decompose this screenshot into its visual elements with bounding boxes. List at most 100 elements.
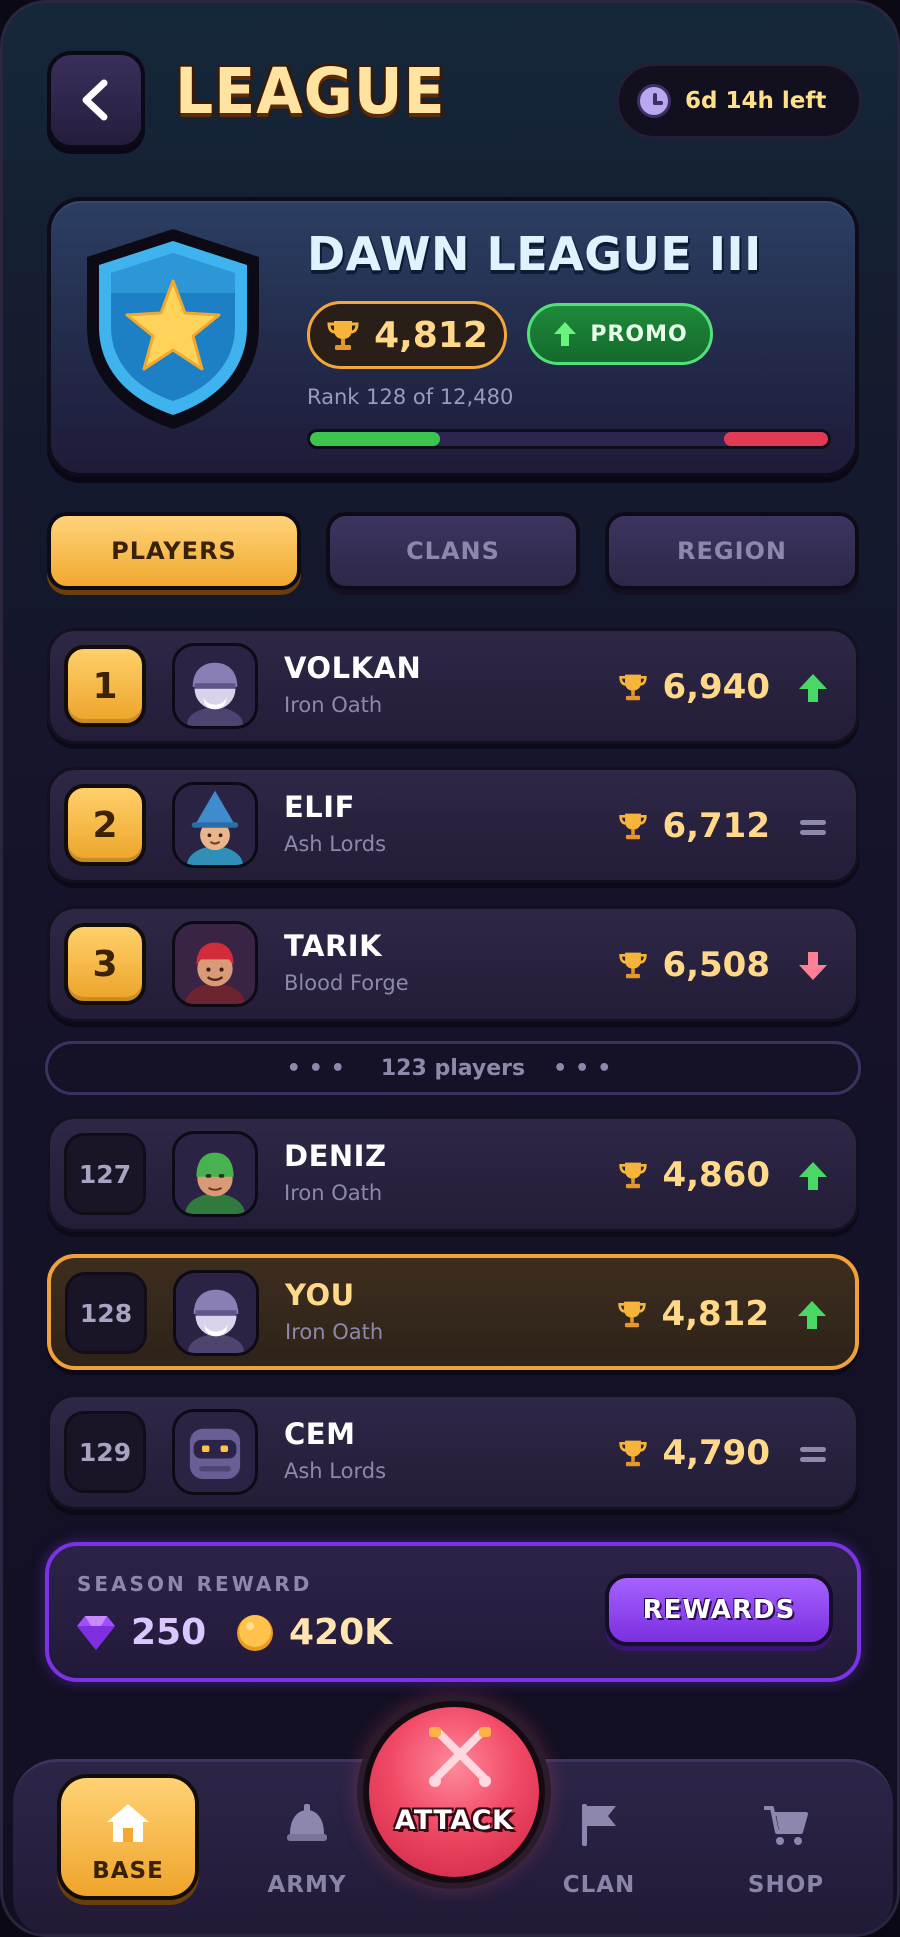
tab-region[interactable]: REGION: [605, 512, 859, 590]
nav-army-button[interactable]: ARMY: [232, 1762, 382, 1934]
ellipsis-icon: •••: [553, 1055, 620, 1081]
demotion-zone: [724, 432, 828, 446]
trophy-icon: [619, 1440, 648, 1467]
player-score: 6,508: [618, 945, 770, 985]
rank-badge: 3: [64, 923, 146, 1005]
tab-players[interactable]: PLAYERS: [47, 512, 301, 590]
trend-up-icon: [799, 1162, 827, 1190]
attack-label: ATTACK: [394, 1805, 514, 1836]
nav-base-button[interactable]: BASE: [57, 1774, 199, 1900]
nav-shop-label: SHOP: [747, 1872, 825, 1898]
game-screen: LEAGUE 6d 14h left DAWN LEAGUE III 4,812: [0, 0, 900, 1937]
player-name: DENIZ: [284, 1139, 387, 1173]
player-clan: Iron Oath: [285, 1320, 384, 1344]
season-timer: 6d 14h left: [616, 63, 862, 139]
gem-value: 250: [131, 1612, 207, 1653]
arrow-up-icon: [554, 322, 577, 346]
score-value: 6,508: [662, 945, 770, 985]
rank-badge: 129: [64, 1411, 146, 1493]
leaderboard-row[interactable]: 2 ELIF Ash Lords 6,712: [47, 767, 859, 883]
promo-label: PROMO: [590, 321, 688, 347]
leaderboard-row-you[interactable]: 128 YOU Iron Oath 4,812: [47, 1254, 859, 1370]
season-reward-label: SEASON REWARD: [77, 1572, 313, 1596]
gold-coin-icon: [237, 1614, 273, 1651]
trophy-count: 4,812: [307, 301, 507, 369]
nav-clan-label: CLAN: [562, 1872, 636, 1898]
player-name: ELIF: [284, 790, 355, 824]
leaderboard-row[interactable]: 1 VOLKAN Iron Oath 6,940: [47, 628, 859, 744]
leaderboard-row[interactable]: 129 CEM Ash Lords 4,790: [47, 1394, 859, 1510]
rank-badge: 1: [64, 645, 146, 727]
page-title: LEAGUE: [175, 55, 446, 129]
back-button[interactable]: [47, 51, 145, 149]
trend-same-icon: [800, 820, 826, 835]
clock-icon: [637, 84, 671, 118]
trophy-icon: [619, 1162, 648, 1189]
house-icon: [107, 1804, 149, 1842]
timer-text: 6d 14h left: [685, 88, 827, 114]
goblin-avatar: [172, 1131, 258, 1217]
score-value: 4,860: [662, 1155, 770, 1195]
trend-same-icon: [800, 1447, 826, 1462]
rank-text: Rank 128 of 12,480: [307, 385, 514, 409]
leaderboard-row[interactable]: 3 TARIK Blood Forge 6,508: [47, 906, 859, 1022]
player-name: VOLKAN: [284, 651, 422, 685]
player-score: 4,812: [617, 1294, 769, 1334]
leaderboard-row[interactable]: 127 DENIZ Iron Oath 4,860: [47, 1116, 859, 1232]
knight-avatar: [172, 643, 258, 729]
promotion-zone: [310, 432, 440, 446]
warrior-avatar: [172, 921, 258, 1007]
league-card: DAWN LEAGUE III 4,812 PROMO Rank 128 of …: [47, 197, 859, 477]
rank-badge: 2: [64, 784, 146, 866]
flag-icon: [582, 1804, 616, 1846]
helmet-icon: [287, 1804, 327, 1841]
chevron-left-icon: [82, 79, 108, 121]
player-name: TARIK: [284, 929, 383, 963]
score-value: 6,712: [662, 806, 770, 846]
nav-shop-button[interactable]: SHOP: [711, 1762, 861, 1934]
ellipsis-icon: •••: [286, 1055, 353, 1081]
gold-reward: 420K: [235, 1612, 392, 1653]
rank-badge: 128: [65, 1272, 147, 1354]
zone-progress-bar: [307, 429, 831, 449]
cart-icon: [764, 1806, 808, 1845]
knight-avatar: [173, 1270, 259, 1356]
gold-value: 420K: [289, 1612, 393, 1653]
tab-clans[interactable]: CLANS: [326, 512, 580, 590]
trend-down-icon: [799, 952, 827, 980]
nav-clan-button[interactable]: CLAN: [524, 1762, 674, 1934]
player-score: 6,712: [618, 806, 770, 846]
trend-up-icon: [798, 1301, 826, 1329]
player-score: 4,790: [618, 1433, 770, 1473]
rewards-button[interactable]: REWARDS: [605, 1574, 833, 1646]
attack-button[interactable]: ATTACK: [363, 1701, 545, 1883]
gem-reward: 250: [75, 1612, 206, 1653]
rank-badge: 127: [64, 1133, 146, 1215]
score-value: 6,940: [662, 667, 770, 707]
score-value: 4,790: [662, 1433, 770, 1473]
player-name: YOU: [285, 1278, 355, 1312]
player-name: CEM: [284, 1417, 356, 1451]
wizard-avatar: [172, 782, 258, 868]
score-value: 4,812: [661, 1294, 769, 1334]
league-shield-icon: [87, 229, 259, 429]
league-name: DAWN LEAGUE III: [307, 227, 762, 281]
promo-status-badge: PROMO: [527, 303, 713, 365]
player-score: 6,940: [618, 667, 770, 707]
player-clan: Iron Oath: [284, 1181, 383, 1205]
gem-icon: [77, 1615, 115, 1650]
trophy-icon: [327, 321, 359, 350]
trophy-icon: [619, 813, 648, 840]
player-clan: Blood Forge: [284, 971, 409, 995]
trend-up-icon: [799, 674, 827, 702]
trophy-icon: [619, 952, 648, 979]
gap-label: 123 players: [380, 1055, 526, 1081]
trophy-icon: [619, 674, 648, 701]
player-score: 4,860: [618, 1155, 770, 1195]
player-clan: Ash Lords: [284, 1459, 387, 1483]
nav-base-label: BASE: [92, 1858, 164, 1884]
season-reward-panel: SEASON REWARD 250 420K REWARDS: [45, 1542, 861, 1682]
trophy-value: 4,812: [374, 314, 488, 356]
robot-avatar: [172, 1409, 258, 1495]
players-gap-divider[interactable]: ••• 123 players •••: [45, 1041, 861, 1095]
